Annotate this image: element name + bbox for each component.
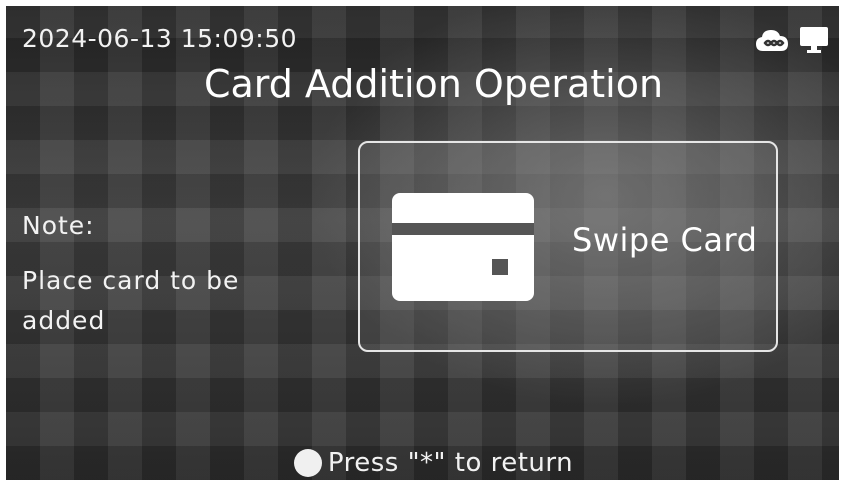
card-icon: [392, 193, 534, 305]
monitor-icon: [799, 26, 829, 58]
return-hint: Press "*" to return: [6, 448, 839, 478]
status-icons: [755, 26, 829, 58]
swipe-card-label: Swipe Card: [572, 221, 758, 259]
circle-icon: [293, 449, 322, 477]
note-label: Note:: [22, 211, 95, 240]
cloud-link-icon: [755, 27, 789, 57]
return-hint-text: Press "*" to return: [327, 448, 574, 478]
note-text: Place card to be added: [22, 266, 240, 335]
device-screen: 2024-06-13 15:09:50 Card Addition Operat…: [6, 6, 839, 480]
datetime: 2024-06-13 15:09:50: [22, 24, 298, 53]
page-title: Card Addition Operation: [203, 62, 664, 106]
swipe-card-panel: Swipe Card: [358, 141, 778, 352]
